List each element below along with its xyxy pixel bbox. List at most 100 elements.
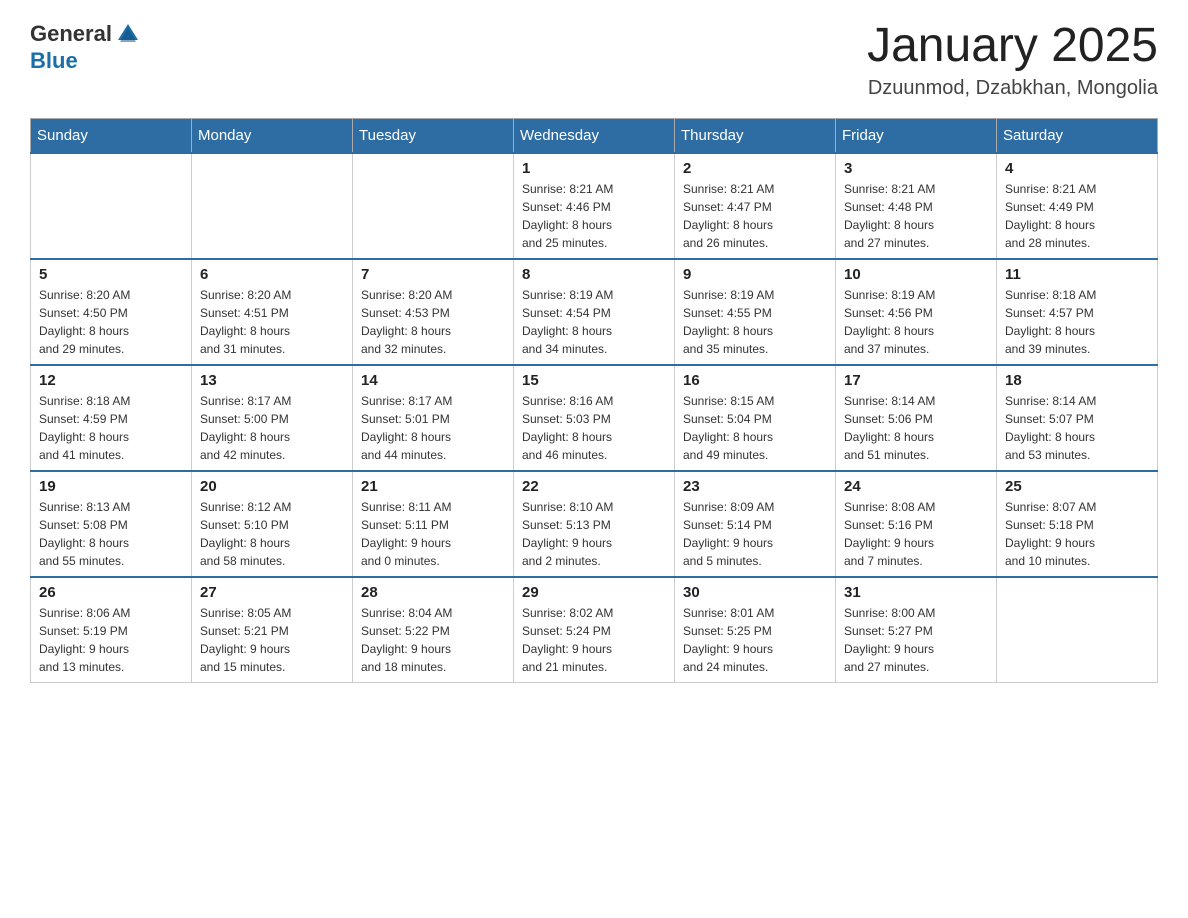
week-row-1: 5 Sunrise: 8:20 AMSunset: 4:50 PMDaylight… bbox=[31, 259, 1158, 365]
header-saturday: Saturday bbox=[997, 118, 1158, 153]
day-info: Sunrise: 8:21 AMSunset: 4:46 PMDaylight:… bbox=[522, 180, 666, 252]
header-friday: Friday bbox=[836, 118, 997, 153]
calendar-cell: 11Sunrise: 8:18 AMSunset: 4:57 PMDayligh… bbox=[997, 259, 1158, 365]
calendar-cell: 13 Sunrise: 8:17 AMSunset: 5:00 PMDayligh… bbox=[192, 365, 353, 471]
calendar-cell: 27 Sunrise: 8:05 AMSunset: 5:21 PMDayligh… bbox=[192, 577, 353, 683]
week-row-3: 19 Sunrise: 8:13 AMSunset: 5:08 PMDayligh… bbox=[31, 471, 1158, 577]
week-row-0: 1 Sunrise: 8:21 AMSunset: 4:46 PMDaylight… bbox=[31, 153, 1158, 259]
logo-blue-text: Blue bbox=[30, 48, 78, 74]
month-title: January 2025 bbox=[867, 20, 1158, 73]
day-number: 9 bbox=[683, 266, 827, 283]
calendar-cell: 12 Sunrise: 8:18 AMSunset: 4:59 PMDayligh… bbox=[31, 365, 192, 471]
day-number: 4 bbox=[1005, 160, 1149, 177]
calendar-cell: 22Sunrise: 8:10 AMSunset: 5:13 PMDayligh… bbox=[514, 471, 675, 577]
calendar-cell: 15 Sunrise: 8:16 AMSunset: 5:03 PMDayligh… bbox=[514, 365, 675, 471]
day-number: 7 bbox=[361, 266, 505, 283]
day-number: 19 bbox=[39, 478, 183, 495]
day-number: 18 bbox=[1005, 372, 1149, 389]
day-info: Sunrise: 8:16 AMSunset: 5:03 PMDaylight:… bbox=[522, 392, 666, 464]
day-number: 15 bbox=[522, 372, 666, 389]
day-info: Sunrise: 8:15 AMSunset: 5:04 PMDaylight:… bbox=[683, 392, 827, 464]
day-info: Sunrise: 8:13 AMSunset: 5:08 PMDaylight:… bbox=[39, 498, 183, 570]
page-header: General Blue January 2025 Dzuunmod, Dzab… bbox=[30, 20, 1158, 100]
day-info: Sunrise: 8:19 AMSunset: 4:56 PMDaylight:… bbox=[844, 286, 988, 358]
header-tuesday: Tuesday bbox=[353, 118, 514, 153]
calendar-cell: 31 Sunrise: 8:00 AMSunset: 5:27 PMDayligh… bbox=[836, 577, 997, 683]
header-sunday: Sunday bbox=[31, 118, 192, 153]
day-number: 1 bbox=[522, 160, 666, 177]
day-info: Sunrise: 8:17 AMSunset: 5:01 PMDaylight:… bbox=[361, 392, 505, 464]
day-info: Sunrise: 8:07 AMSunset: 5:18 PMDaylight:… bbox=[1005, 498, 1149, 570]
day-number: 16 bbox=[683, 372, 827, 389]
calendar-cell: 4 Sunrise: 8:21 AMSunset: 4:49 PMDaylight… bbox=[997, 153, 1158, 259]
day-info: Sunrise: 8:14 AMSunset: 5:06 PMDaylight:… bbox=[844, 392, 988, 464]
day-info: Sunrise: 8:00 AMSunset: 5:27 PMDaylight:… bbox=[844, 604, 988, 676]
day-number: 8 bbox=[522, 266, 666, 283]
calendar-cell: 18Sunrise: 8:14 AMSunset: 5:07 PMDayligh… bbox=[997, 365, 1158, 471]
calendar-table: Sunday Monday Tuesday Wednesday Thursday… bbox=[30, 118, 1158, 683]
day-number: 27 bbox=[200, 584, 344, 601]
calendar-cell: 24Sunrise: 8:08 AMSunset: 5:16 PMDayligh… bbox=[836, 471, 997, 577]
calendar-cell: 17 Sunrise: 8:14 AMSunset: 5:06 PMDayligh… bbox=[836, 365, 997, 471]
day-number: 28 bbox=[361, 584, 505, 601]
calendar-cell: 8 Sunrise: 8:19 AMSunset: 4:54 PMDaylight… bbox=[514, 259, 675, 365]
day-number: 22 bbox=[522, 478, 666, 495]
header-wednesday: Wednesday bbox=[514, 118, 675, 153]
header-thursday: Thursday bbox=[675, 118, 836, 153]
day-info: Sunrise: 8:18 AMSunset: 4:57 PMDaylight:… bbox=[1005, 286, 1149, 358]
day-number: 10 bbox=[844, 266, 988, 283]
calendar-cell: 1 Sunrise: 8:21 AMSunset: 4:46 PMDaylight… bbox=[514, 153, 675, 259]
day-number: 29 bbox=[522, 584, 666, 601]
day-number: 3 bbox=[844, 160, 988, 177]
day-info: Sunrise: 8:19 AMSunset: 4:55 PMDaylight:… bbox=[683, 286, 827, 358]
day-info: Sunrise: 8:08 AMSunset: 5:16 PMDaylight:… bbox=[844, 498, 988, 570]
calendar-cell: 5 Sunrise: 8:20 AMSunset: 4:50 PMDaylight… bbox=[31, 259, 192, 365]
day-info: Sunrise: 8:21 AMSunset: 4:48 PMDaylight:… bbox=[844, 180, 988, 252]
header-monday: Monday bbox=[192, 118, 353, 153]
calendar-cell: 30 Sunrise: 8:01 AMSunset: 5:25 PMDayligh… bbox=[675, 577, 836, 683]
calendar-cell: 28 Sunrise: 8:04 AMSunset: 5:22 PMDayligh… bbox=[353, 577, 514, 683]
day-number: 6 bbox=[200, 266, 344, 283]
day-info: Sunrise: 8:18 AMSunset: 4:59 PMDaylight:… bbox=[39, 392, 183, 464]
day-info: Sunrise: 8:20 AMSunset: 4:53 PMDaylight:… bbox=[361, 286, 505, 358]
calendar-cell: 29 Sunrise: 8:02 AMSunset: 5:24 PMDayligh… bbox=[514, 577, 675, 683]
calendar-cell bbox=[997, 577, 1158, 683]
calendar-cell: 21 Sunrise: 8:11 AMSunset: 5:11 PMDayligh… bbox=[353, 471, 514, 577]
title-section: January 2025 Dzuunmod, Dzabkhan, Mongoli… bbox=[867, 20, 1158, 100]
day-info: Sunrise: 8:06 AMSunset: 5:19 PMDaylight:… bbox=[39, 604, 183, 676]
day-number: 31 bbox=[844, 584, 988, 601]
calendar-cell: 7 Sunrise: 8:20 AMSunset: 4:53 PMDaylight… bbox=[353, 259, 514, 365]
calendar-cell bbox=[31, 153, 192, 259]
calendar-cell: 23Sunrise: 8:09 AMSunset: 5:14 PMDayligh… bbox=[675, 471, 836, 577]
day-info: Sunrise: 8:11 AMSunset: 5:11 PMDaylight:… bbox=[361, 498, 505, 570]
day-info: Sunrise: 8:09 AMSunset: 5:14 PMDaylight:… bbox=[683, 498, 827, 570]
day-info: Sunrise: 8:20 AMSunset: 4:50 PMDaylight:… bbox=[39, 286, 183, 358]
day-number: 2 bbox=[683, 160, 827, 177]
day-number: 13 bbox=[200, 372, 344, 389]
calendar-cell: 25Sunrise: 8:07 AMSunset: 5:18 PMDayligh… bbox=[997, 471, 1158, 577]
day-number: 21 bbox=[361, 478, 505, 495]
calendar-cell: 20 Sunrise: 8:12 AMSunset: 5:10 PMDayligh… bbox=[192, 471, 353, 577]
day-info: Sunrise: 8:21 AMSunset: 4:49 PMDaylight:… bbox=[1005, 180, 1149, 252]
logo-icon bbox=[114, 20, 142, 48]
calendar-cell: 3 Sunrise: 8:21 AMSunset: 4:48 PMDaylight… bbox=[836, 153, 997, 259]
day-number: 30 bbox=[683, 584, 827, 601]
day-number: 5 bbox=[39, 266, 183, 283]
calendar-cell: 6 Sunrise: 8:20 AMSunset: 4:51 PMDaylight… bbox=[192, 259, 353, 365]
day-info: Sunrise: 8:01 AMSunset: 5:25 PMDaylight:… bbox=[683, 604, 827, 676]
calendar-cell: 10 Sunrise: 8:19 AMSunset: 4:56 PMDayligh… bbox=[836, 259, 997, 365]
day-info: Sunrise: 8:12 AMSunset: 5:10 PMDaylight:… bbox=[200, 498, 344, 570]
day-info: Sunrise: 8:21 AMSunset: 4:47 PMDaylight:… bbox=[683, 180, 827, 252]
calendar-header-row: Sunday Monday Tuesday Wednesday Thursday… bbox=[31, 118, 1158, 153]
calendar-cell bbox=[192, 153, 353, 259]
day-info: Sunrise: 8:04 AMSunset: 5:22 PMDaylight:… bbox=[361, 604, 505, 676]
calendar-cell: 14Sunrise: 8:17 AMSunset: 5:01 PMDayligh… bbox=[353, 365, 514, 471]
day-info: Sunrise: 8:19 AMSunset: 4:54 PMDaylight:… bbox=[522, 286, 666, 358]
day-info: Sunrise: 8:05 AMSunset: 5:21 PMDaylight:… bbox=[200, 604, 344, 676]
day-number: 17 bbox=[844, 372, 988, 389]
day-info: Sunrise: 8:20 AMSunset: 4:51 PMDaylight:… bbox=[200, 286, 344, 358]
day-number: 12 bbox=[39, 372, 183, 389]
day-info: Sunrise: 8:02 AMSunset: 5:24 PMDaylight:… bbox=[522, 604, 666, 676]
day-number: 20 bbox=[200, 478, 344, 495]
day-info: Sunrise: 8:17 AMSunset: 5:00 PMDaylight:… bbox=[200, 392, 344, 464]
